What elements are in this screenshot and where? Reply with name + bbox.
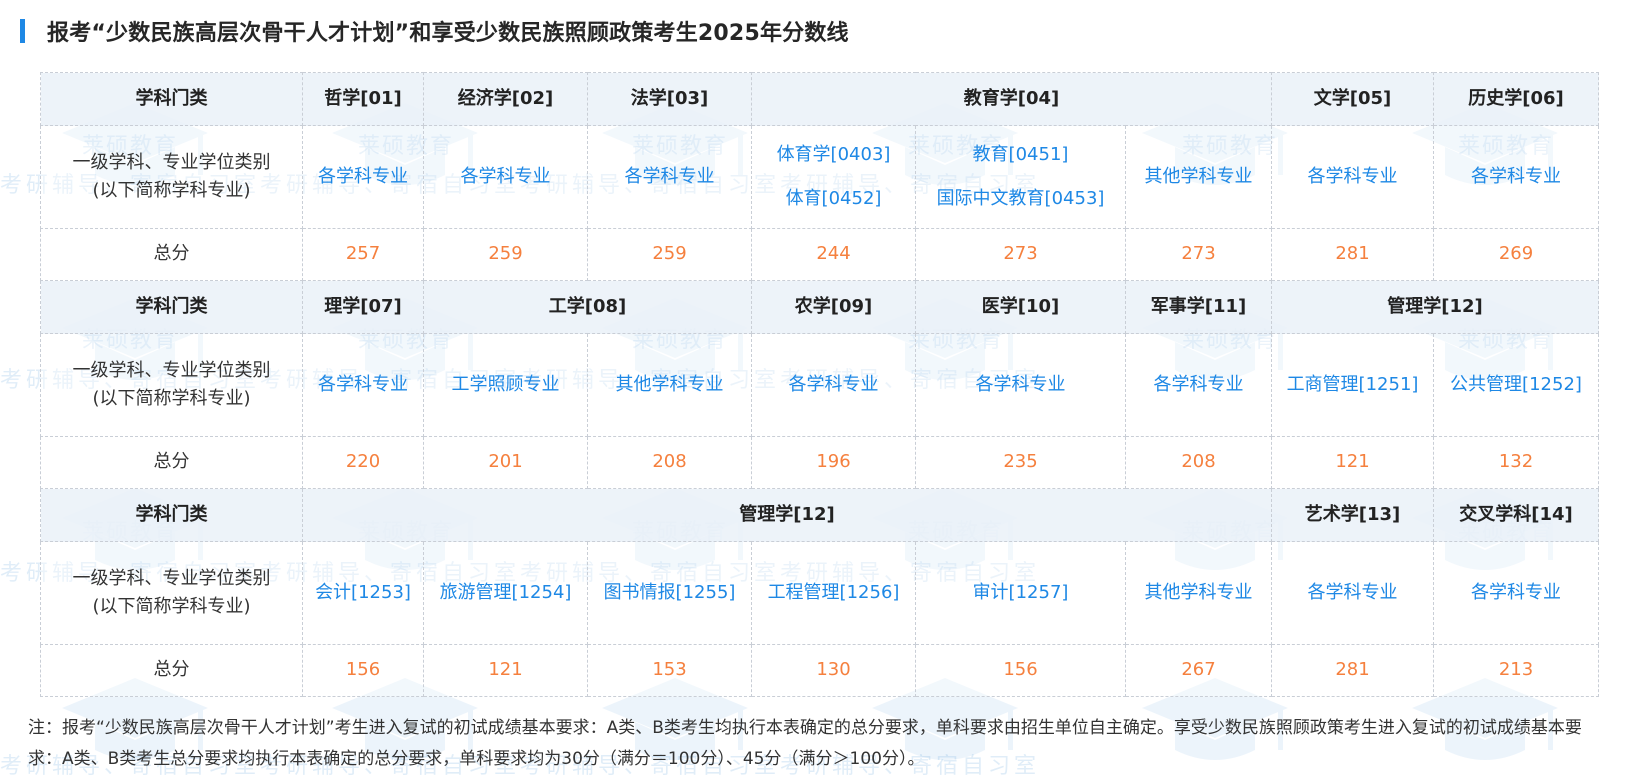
subject-row: 一级学科、专业学位类别 (以下简称学科专业) 会计[1253] 旅游管理[125… (40, 541, 1599, 645)
title-accent-bar (20, 19, 25, 43)
subject-cell: 图书情报[1255] (587, 541, 752, 645)
score-cell: 121 (1271, 436, 1434, 489)
subject-cell: 各学科专业 (302, 333, 424, 437)
subject-cell: 工商管理[1251] (1271, 333, 1434, 437)
category-cell: 医学[10] (915, 280, 1126, 334)
score-cell: 208 (587, 436, 752, 489)
subject-cell: 其他学科专业 (1125, 125, 1272, 229)
category-cell: 工学[08] (423, 280, 752, 334)
row-label-total: 总分 (40, 228, 303, 281)
category-cell: 历史学[06] (1433, 72, 1599, 126)
category-cell: 理学[07] (302, 280, 424, 334)
score-cell: 235 (915, 436, 1126, 489)
subject-cell: 公共管理[1252] (1433, 333, 1599, 437)
score-row: 总分 156 121 153 130 156 267 281 213 (40, 644, 1599, 697)
subject-cell: 各学科专业 (915, 333, 1126, 437)
score-cell: 130 (751, 644, 916, 697)
subject-cell: 其他学科专业 (587, 333, 752, 437)
row-label-total: 总分 (40, 644, 303, 697)
category-cell: 管理学[12] (1271, 280, 1599, 334)
row-label-subject: 一级学科、专业学位类别 (以下简称学科专业) (40, 333, 303, 437)
category-row: 学科门类 哲学[01] 经济学[02] 法学[03] 教育学[04] 文学[05… (40, 72, 1599, 126)
row-label-subject-line1: 一级学科、专业学位类别 (72, 151, 271, 173)
row-label-category: 学科门类 (40, 72, 303, 126)
score-cell: 259 (587, 228, 752, 281)
score-table: 学科门类 哲学[01] 经济学[02] 法学[03] 教育学[04] 文学[05… (40, 72, 1599, 697)
subject-cell: 其他学科专业 (1125, 541, 1272, 645)
subject-line: 国际中文教育[0453] (936, 188, 1105, 209)
row-label-subject: 一级学科、专业学位类别 (以下简称学科专业) (40, 125, 303, 229)
score-cell: 267 (1125, 644, 1272, 697)
score-cell: 132 (1433, 436, 1599, 489)
row-label-category: 学科门类 (40, 488, 303, 542)
score-cell: 269 (1433, 228, 1599, 281)
subject-row: 一级学科、专业学位类别 (以下简称学科专业) 各学科专业 各学科专业 各学科专业… (40, 125, 1599, 229)
category-cell: 交叉学科[14] (1433, 488, 1599, 542)
score-cell: 281 (1271, 644, 1434, 697)
subject-cell: 各学科专业 (587, 125, 752, 229)
category-row: 学科门类 理学[07] 工学[08] 农学[09] 医学[10] 军事学[11]… (40, 280, 1599, 334)
score-cell: 244 (751, 228, 916, 281)
category-cell: 教育学[04] (751, 72, 1272, 126)
row-label-total: 总分 (40, 436, 303, 489)
subject-cell: 旅游管理[1254] (423, 541, 588, 645)
category-cell: 艺术学[13] (1271, 488, 1434, 542)
subject-cell: 工学照顾专业 (423, 333, 588, 437)
score-cell: 208 (1125, 436, 1272, 489)
subject-line: 体育学[0403] (776, 143, 891, 165)
subject-cell: 教育[0451] 国际中文教育[0453] (915, 125, 1126, 229)
score-cell: 213 (1433, 644, 1599, 697)
score-cell: 281 (1271, 228, 1434, 281)
category-cell: 军事学[11] (1125, 280, 1272, 334)
score-row: 总分 220 201 208 196 235 208 121 132 (40, 436, 1599, 489)
subject-cell: 各学科专业 (751, 333, 916, 437)
subject-cell: 各学科专业 (1433, 541, 1599, 645)
score-row: 总分 257 259 259 244 273 273 281 269 (40, 228, 1599, 281)
score-cell: 257 (302, 228, 424, 281)
score-cell: 259 (423, 228, 588, 281)
category-cell: 农学[09] (751, 280, 916, 334)
subject-cell: 各学科专业 (302, 125, 424, 229)
category-cell: 管理学[12] (302, 488, 1272, 542)
row-label-subject: 一级学科、专业学位类别 (以下简称学科专业) (40, 541, 303, 645)
score-cell: 156 (915, 644, 1126, 697)
subject-cell: 各学科专业 (1125, 333, 1272, 437)
score-cell: 273 (1125, 228, 1272, 281)
row-label-subject-line2: (以下简称学科专业) (92, 596, 251, 617)
row-label-subject-line1: 一级学科、专业学位类别 (72, 359, 271, 381)
subject-line: 体育[0452] (785, 188, 882, 209)
category-cell: 法学[03] (587, 72, 752, 126)
row-label-subject-line2: (以下简称学科专业) (92, 180, 251, 201)
subject-cell: 工程管理[1256] (751, 541, 916, 645)
footnote: 注：报考“少数民族高层次骨干人才计划”考生进入复试的初试成绩基本要求：A类、B类… (28, 718, 1582, 769)
subject-cell: 会计[1253] (302, 541, 424, 645)
subject-cell: 各学科专业 (1271, 541, 1434, 645)
row-label-category: 学科门类 (40, 280, 303, 334)
page-title-bar: 报考“少数民族高层次骨干人才计划”和享受少数民族照顾政策考生2025年分数线 (20, 18, 849, 46)
subject-row: 一级学科、专业学位类别 (以下简称学科专业) 各学科专业 工学照顾专业 其他学科… (40, 333, 1599, 437)
category-cell: 经济学[02] (423, 72, 588, 126)
score-cell: 153 (587, 644, 752, 697)
category-cell: 哲学[01] (302, 72, 424, 126)
page-title: 报考“少数民族高层次骨干人才计划”和享受少数民族照顾政策考生2025年分数线 (47, 21, 849, 46)
score-cell: 196 (751, 436, 916, 489)
score-cell: 201 (423, 436, 588, 489)
category-cell: 文学[05] (1271, 72, 1434, 126)
score-cell: 156 (302, 644, 424, 697)
row-label-subject-line2: (以下简称学科专业) (92, 388, 251, 409)
score-cell: 121 (423, 644, 588, 697)
subject-line: 教育[0451] (972, 143, 1069, 165)
subject-cell: 审计[1257] (915, 541, 1126, 645)
subject-cell: 各学科专业 (1433, 125, 1599, 229)
subject-cell: 各学科专业 (423, 125, 588, 229)
category-row: 学科门类 管理学[12] 艺术学[13] 交叉学科[14] (40, 488, 1599, 542)
row-label-subject-line1: 一级学科、专业学位类别 (72, 567, 271, 589)
subject-cell: 体育学[0403] 体育[0452] (751, 125, 916, 229)
score-cell: 220 (302, 436, 424, 489)
subject-cell: 各学科专业 (1271, 125, 1434, 229)
score-cell: 273 (915, 228, 1126, 281)
